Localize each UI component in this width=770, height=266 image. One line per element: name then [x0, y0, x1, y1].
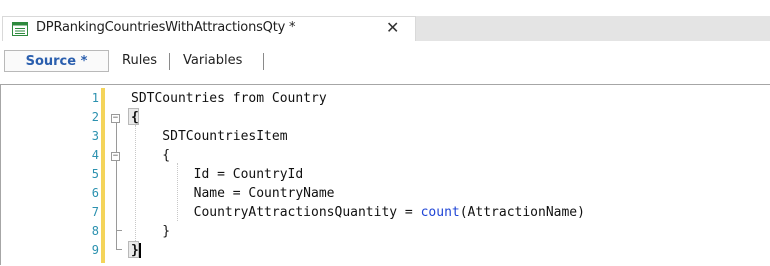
code-token: SDTCountriesItem: [131, 129, 288, 144]
editor-subtabs: Source * Rules Variables: [0, 41, 770, 84]
document-tab[interactable]: DPRankingCountriesWithAttractionsQty * ✕: [2, 16, 416, 41]
close-icon[interactable]: ✕: [386, 18, 399, 38]
tab-rules[interactable]: Rules: [116, 50, 163, 72]
code-token: }: [131, 224, 171, 239]
code-token: Name = CountryName: [131, 186, 335, 201]
code-token: CountryAttractionsQuantity =: [131, 205, 421, 220]
document-tab-strip: DPRankingCountriesWithAttractionsQty * ✕: [0, 0, 770, 41]
text-caret: [139, 243, 141, 258]
line-number-gutter: 1 2 3 4 5 6 7 8 9: [1, 85, 106, 266]
code-line[interactable]: {: [131, 109, 139, 126]
code-token: {: [131, 110, 139, 125]
line-number: 7: [91, 205, 99, 219]
code-line[interactable]: }: [131, 223, 170, 240]
line-number: 6: [91, 186, 99, 200]
code-line[interactable]: CountryAttractionsQuantity = count(Attra…: [131, 204, 585, 221]
line-number: 9: [91, 243, 99, 257]
data-provider-icon: [12, 21, 28, 36]
subtab-divider: [169, 53, 170, 70]
tab-source[interactable]: Source *: [4, 50, 109, 72]
tab-variables[interactable]: Variables: [177, 50, 248, 72]
editor-right-edge: [758, 85, 770, 266]
fold-end-marker: [116, 249, 122, 250]
code-line[interactable]: Id = CountryId: [131, 166, 304, 183]
code-token: Id = CountryId: [131, 167, 304, 182]
line-number: 5: [91, 167, 99, 181]
source-editor[interactable]: 1 2 3 4 5 6 7 8 9 − − SDTCountries from …: [0, 84, 770, 266]
code-line[interactable]: SDTCountriesItem: [131, 128, 288, 145]
subtab-divider: [263, 53, 264, 70]
code-line[interactable]: Name = CountryName: [131, 185, 335, 202]
code-token: SDTCountries from Country: [131, 91, 327, 106]
fold-collapse-icon[interactable]: −: [111, 152, 120, 161]
document-tab-title: DPRankingCountriesWithAttractionsQty *: [36, 20, 296, 35]
fold-end-marker: [116, 230, 122, 231]
line-number: 2: [91, 110, 99, 124]
code-keyword: count: [420, 205, 460, 220]
code-line[interactable]: }: [131, 242, 139, 259]
code-line[interactable]: {: [131, 147, 170, 164]
code-token: }: [131, 243, 139, 258]
line-number: 8: [91, 224, 99, 238]
tab-strip-empty-area: [416, 16, 770, 41]
code-token: (AttractionName): [459, 205, 585, 220]
line-number: 1: [91, 91, 99, 105]
line-number: 4: [91, 148, 99, 162]
line-number: 3: [91, 129, 99, 143]
change-indicator-bar: [101, 88, 105, 263]
code-token: {: [131, 148, 171, 163]
code-line[interactable]: SDTCountries from Country: [131, 90, 327, 107]
fold-collapse-icon[interactable]: −: [111, 114, 120, 123]
